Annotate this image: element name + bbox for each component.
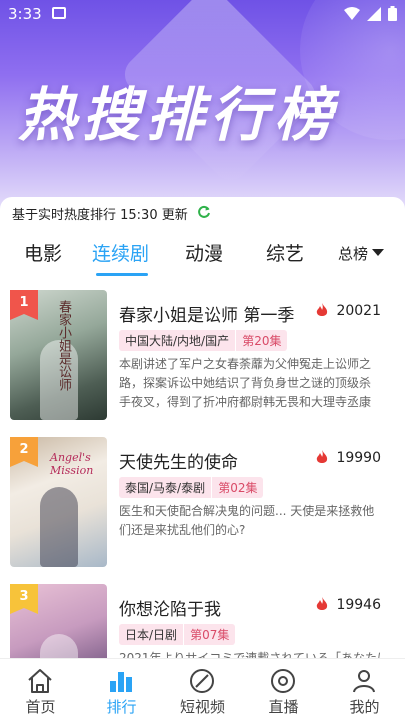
tags: 日本/日剧 第07集 xyxy=(119,624,236,645)
update-bar: 基于实时热度排行 15:30 更新 xyxy=(0,197,405,229)
battery-icon xyxy=(388,6,397,21)
tab-series[interactable]: 连续剧 xyxy=(92,239,149,266)
refresh-icon[interactable] xyxy=(197,205,211,219)
status-time: 3:33 xyxy=(8,5,42,23)
ranking-icon xyxy=(110,672,132,692)
home-icon xyxy=(28,669,52,693)
status-bar: 3:33 xyxy=(0,0,405,28)
tab-movie[interactable]: 电影 xyxy=(24,239,62,266)
fire-icon xyxy=(316,597,328,610)
sort-dropdown[interactable]: 总榜 xyxy=(338,243,368,264)
episode-tag: 第07集 xyxy=(184,624,236,645)
bottom-nav: 首页 排行 短视频 直播 我的 xyxy=(0,658,405,720)
tags: 泰国/马泰/泰剧 第02集 xyxy=(119,477,264,498)
tags: 中国大陆/内地/国产 第20集 xyxy=(119,330,288,351)
nav-ranking[interactable]: 排行 xyxy=(81,659,162,720)
header-banner: 3:33 热搜排行榜 xyxy=(0,0,405,215)
item-title[interactable]: 春家小姐是讼师 第一季 xyxy=(119,301,294,326)
nav-label: 我的 xyxy=(349,698,380,716)
chevron-down-icon[interactable] xyxy=(372,249,384,256)
nav-home[interactable]: 首页 xyxy=(0,659,81,720)
wifi-icon xyxy=(343,6,360,20)
region-tag: 泰国/马泰/泰剧 xyxy=(119,477,212,498)
signal-icon xyxy=(366,6,381,21)
heat-value: 19990 xyxy=(336,450,381,466)
poster-figure xyxy=(40,487,78,567)
poster-caption: 春家小姐是讼师 xyxy=(56,300,71,391)
image-icon xyxy=(52,7,66,19)
short-video-icon xyxy=(190,669,214,693)
active-tab-indicator xyxy=(96,273,148,276)
item-title[interactable]: 天使先生的使命 xyxy=(119,448,238,473)
tab-anime[interactable]: 动漫 xyxy=(185,239,223,266)
fire-icon xyxy=(316,450,328,463)
nav-label: 排行 xyxy=(106,698,137,716)
nav-label: 首页 xyxy=(25,698,56,716)
profile-icon xyxy=(353,670,375,693)
heat-value: 19946 xyxy=(336,597,381,613)
nav-live[interactable]: 直播 xyxy=(243,659,324,720)
fire-icon xyxy=(316,303,328,316)
nav-profile[interactable]: 我的 xyxy=(324,659,405,720)
heat-value: 20021 xyxy=(336,303,381,319)
category-tabs: 电影 连续剧 动漫 综艺 总榜 xyxy=(0,229,405,279)
list-item[interactable]: 春家小姐是讼师 1 春家小姐是讼师 第一季 20021 中国大陆/内地/国产 第… xyxy=(0,282,405,422)
nav-short-video[interactable]: 短视频 xyxy=(162,659,243,720)
banner-title: 热搜排行榜 xyxy=(18,81,339,149)
episode-tag: 第02集 xyxy=(212,477,264,498)
item-description: 医生和天使配合解决鬼的问题... 天使是来拯救他们还是来扰乱他们的心? xyxy=(119,504,375,537)
nav-label: 直播 xyxy=(268,698,299,716)
region-tag: 中国大陆/内地/国产 xyxy=(119,330,236,351)
system-status-icons xyxy=(343,6,397,21)
item-title[interactable]: 你想沦陷于我 xyxy=(119,595,221,620)
poster-caption: Angel's Mission xyxy=(50,451,94,477)
region-tag: 日本/日剧 xyxy=(119,624,184,645)
item-description: 本剧讲述了军户之女春荼蘼为父伸冤走上讼师之路，探案诉讼中她结识了背负身世之谜的顶… xyxy=(119,357,372,409)
live-icon xyxy=(271,669,295,693)
nav-label: 短视频 xyxy=(179,698,225,716)
update-text: 基于实时热度排行 15:30 更新 xyxy=(12,208,188,223)
episode-tag: 第20集 xyxy=(236,330,288,351)
list-item[interactable]: Angel's Mission 2 天使先生的使命 19990 泰国/马泰/泰剧… xyxy=(0,429,405,569)
tab-variety[interactable]: 综艺 xyxy=(266,239,304,266)
